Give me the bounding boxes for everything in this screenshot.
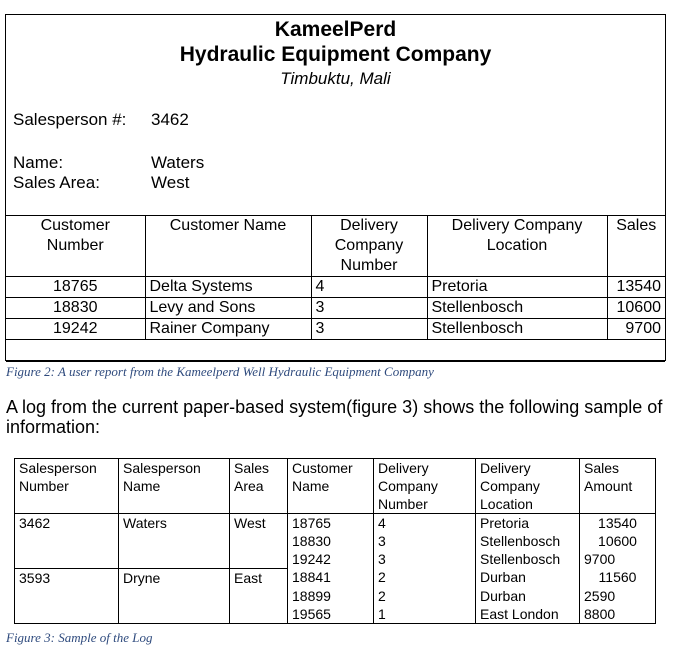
name-value: Waters xyxy=(151,153,205,172)
log-cell: 18765 xyxy=(287,513,374,532)
table-row: 19242 3 Stellenbosch 9700 xyxy=(14,550,656,568)
log-cell: 2 xyxy=(373,586,476,605)
customer-name: Rainer Company xyxy=(144,318,312,340)
log-column-header: Salesperson Number xyxy=(14,458,119,514)
customer-number: 18830 xyxy=(6,297,146,319)
delivery-location: Stellenbosch xyxy=(426,318,608,340)
log-cell xyxy=(229,550,288,568)
log-cell: Durban xyxy=(475,568,580,587)
log-cell: 4 xyxy=(373,513,476,532)
log-column-header: Salesperson Name xyxy=(118,458,230,514)
log-cell: East London xyxy=(475,604,580,624)
report-column-header: Sales xyxy=(606,215,665,277)
log-cell xyxy=(229,586,288,605)
table-row: 18830 3 Stellenbosch 10600 xyxy=(14,532,656,550)
log-cell: East xyxy=(229,567,288,587)
log-cell: 1 xyxy=(373,604,476,624)
table-row: 18899 2 Durban 2590 xyxy=(14,586,656,605)
company-subtitle: Hydraulic Equipment Company xyxy=(179,43,492,66)
figure-3-caption: Figure 3: Sample of the Log xyxy=(6,630,153,645)
customer-name: Delta Systems xyxy=(144,276,312,298)
log-cell: Durban xyxy=(475,586,580,605)
log-cell xyxy=(14,550,119,568)
log-column-header: Delivery Company Location xyxy=(475,458,580,514)
log-cell: Dryne xyxy=(118,567,230,587)
log-column-header: Sales Area xyxy=(229,458,288,514)
log-cell xyxy=(118,532,230,550)
table-spacer-row xyxy=(6,339,665,362)
delivery-company-number: 3 xyxy=(310,318,428,340)
sales-value: 13540 xyxy=(606,276,665,298)
log-cell: 18830 xyxy=(287,532,374,550)
customer-number: 18765 xyxy=(6,276,146,298)
report-column-header: Customer Number xyxy=(6,215,146,277)
log-cell: 3593 xyxy=(14,567,119,587)
log-column-header: Customer Name xyxy=(287,458,374,514)
log-cell: 11560 xyxy=(579,568,656,587)
log-table: Salesperson Number Salesperson Name Sale… xyxy=(14,458,656,624)
log-cell: 9700 xyxy=(579,550,656,568)
delivery-location: Pretoria xyxy=(426,276,608,298)
log-cell: 18841 xyxy=(287,568,374,587)
log-cell: 10600 xyxy=(579,532,656,550)
log-cell: 19565 xyxy=(287,604,374,624)
log-cell: Pretoria xyxy=(475,513,580,532)
sales-value: 10600 xyxy=(606,297,665,319)
log-cell: 3 xyxy=(373,532,476,550)
report-table: Customer Number Customer Name Delivery C… xyxy=(6,215,665,362)
log-column-header: Delivery Company Number xyxy=(373,458,476,514)
table-row: 3462 Waters West 18765 4 Pretoria 13540 xyxy=(14,513,656,532)
name-label: Name: xyxy=(13,153,64,172)
log-cell: West xyxy=(229,513,288,532)
company-name: KameelPerd xyxy=(274,18,397,41)
table-row: 19565 1 East London 8800 xyxy=(14,604,656,624)
delivery-location: Stellenbosch xyxy=(426,297,608,319)
log-cell xyxy=(229,604,288,624)
salesperson-value: 3462 xyxy=(151,110,189,129)
log-column-header: Sales Amount xyxy=(579,458,656,514)
report-column-header: Delivery Company Number xyxy=(310,215,428,277)
log-cell: 3462 xyxy=(14,513,119,532)
intro-paragraph: A log from the current paper-based syste… xyxy=(6,397,663,437)
log-cell xyxy=(229,532,288,550)
log-cell: 13540 xyxy=(579,513,656,532)
salesperson-label: Salesperson #: xyxy=(13,110,127,129)
log-cell xyxy=(118,586,230,605)
table-row: 19242 Rainer Company 3 Stellenbosch 9700 xyxy=(6,318,665,340)
log-cell xyxy=(118,604,230,624)
user-report: KameelPerd Hydraulic Equipment Company T… xyxy=(5,14,666,362)
log-cell: 3 xyxy=(373,550,476,568)
log-cell: Stellenbosch xyxy=(475,550,580,568)
log-cell: 2 xyxy=(373,568,476,587)
delivery-company-number: 3 xyxy=(310,297,428,319)
report-column-header: Delivery Company Location xyxy=(426,215,608,277)
report-column-header: Customer Name xyxy=(144,215,312,277)
log-cell: 18899 xyxy=(287,586,374,605)
log-cell xyxy=(14,532,119,550)
sales-area-value: West xyxy=(151,173,190,192)
delivery-company-number: 4 xyxy=(310,276,428,298)
log-cell xyxy=(14,604,119,624)
figure-2-caption: Figure 2: A user report from the Kameelp… xyxy=(6,364,434,379)
table-row: 3593 Dryne East 18841 2 Durban 11560 xyxy=(14,567,656,587)
log-cell xyxy=(118,550,230,568)
sales-area-label: Sales Area: xyxy=(13,173,100,192)
log-cell: 8800 xyxy=(579,604,656,624)
table-row: 18765 Delta Systems 4 Pretoria 13540 xyxy=(6,276,665,298)
table-row: 18830 Levy and Sons 3 Stellenbosch 10600 xyxy=(6,297,665,319)
company-location: Timbuktu, Mali xyxy=(280,69,391,88)
customer-name: Levy and Sons xyxy=(144,297,312,319)
sales-value: 9700 xyxy=(606,318,665,340)
log-cell xyxy=(14,586,119,605)
log-cell: 19242 xyxy=(287,550,374,568)
log-cell: Waters xyxy=(118,513,230,532)
log-cell: 2590 xyxy=(579,586,656,605)
log-cell: Stellenbosch xyxy=(475,532,580,550)
customer-number: 19242 xyxy=(6,318,146,340)
